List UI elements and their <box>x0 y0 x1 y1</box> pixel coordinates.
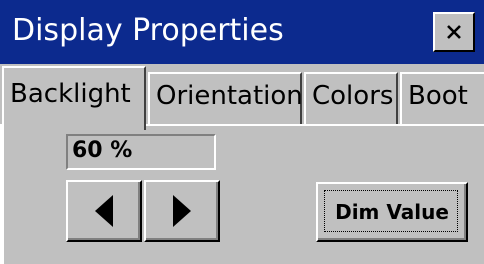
close-button[interactable] <box>433 12 475 52</box>
dim-value-button[interactable]: Dim Value <box>316 182 468 242</box>
close-icon <box>447 25 461 39</box>
window-title: Display Properties <box>12 13 284 48</box>
display-properties-window: Display Properties Backlight Orientation… <box>0 0 484 264</box>
right-arrow-icon <box>173 195 191 227</box>
panel-top-edge <box>146 124 484 126</box>
increase-backlight-button[interactable] <box>144 180 220 242</box>
title-bar: Display Properties <box>0 0 484 64</box>
panel-edge <box>0 124 4 264</box>
decrease-backlight-button[interactable] <box>66 180 142 242</box>
tab-boot[interactable]: Boot <box>400 72 484 126</box>
tab-backlight[interactable]: Backlight <box>2 66 146 130</box>
tab-colors[interactable]: Colors <box>304 72 398 126</box>
backlight-value-display: 60 % <box>66 134 216 170</box>
left-arrow-icon <box>95 195 113 227</box>
dim-value-label: Dim Value <box>335 200 449 224</box>
tab-orientation[interactable]: Orientation <box>148 72 303 126</box>
